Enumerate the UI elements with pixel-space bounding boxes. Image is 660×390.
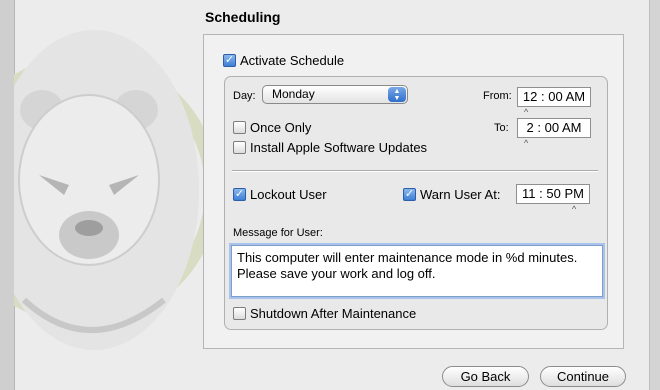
checkbox-empty-icon — [233, 141, 246, 154]
up-down-arrows-icon: ▲ ▼ — [388, 87, 406, 102]
from-label: From: — [483, 90, 512, 102]
stepper-caret-icon[interactable]: ^ — [572, 204, 576, 214]
install-updates-label: Install Apple Software Updates — [250, 140, 428, 155]
go-back-button[interactable]: Go Back — [442, 366, 529, 387]
message-label: Message for User: — [233, 227, 323, 239]
day-select-value: Monday — [272, 87, 315, 101]
once-only-label: Once Only — [250, 120, 312, 135]
activate-schedule-checkbox[interactable]: ✓ Activate Schedule — [223, 53, 344, 68]
to-time-field[interactable]: 2 : 00 AM — [517, 118, 591, 138]
shutdown-after-label: Shutdown After Maintenance — [250, 306, 417, 321]
stepper-caret-icon[interactable]: ^ — [524, 107, 528, 117]
warn-user-checkbox[interactable]: ✓ Warn User At: — [403, 187, 500, 202]
stepper-caret-icon[interactable]: ^ — [524, 138, 528, 148]
shutdown-after-checkbox[interactable]: Shutdown After Maintenance — [233, 306, 416, 321]
once-only-checkbox[interactable]: Once Only — [233, 120, 311, 135]
checkbox-empty-icon — [233, 121, 246, 134]
message-textarea[interactable]: This computer will enter maintenance mod… — [231, 245, 603, 297]
checkmark-icon: ✓ — [403, 188, 416, 201]
checkmark-icon: ✓ — [233, 188, 246, 201]
to-label: To: — [494, 122, 509, 134]
lockout-user-label: Lockout User — [250, 187, 327, 202]
warn-time-field[interactable]: 11 : 50 PM — [516, 184, 590, 204]
from-time-field[interactable]: 12 : 00 AM — [517, 87, 591, 107]
install-updates-checkbox[interactable]: Install Apple Software Updates — [233, 140, 427, 155]
day-label: Day: — [233, 90, 256, 102]
warn-user-label: Warn User At: — [420, 187, 501, 202]
page-title: Scheduling — [205, 9, 281, 25]
separator — [232, 170, 598, 172]
continue-button[interactable]: Continue — [540, 366, 626, 387]
day-select[interactable]: Monday ▲ ▼ — [262, 85, 408, 104]
window-right-edge — [649, 0, 660, 390]
lockout-user-checkbox[interactable]: ✓ Lockout User — [233, 187, 327, 202]
polar-bear-logo-icon — [14, 30, 204, 350]
window-left-edge — [0, 0, 15, 390]
activate-schedule-label: Activate Schedule — [240, 53, 345, 68]
checkmark-icon: ✓ — [223, 54, 236, 67]
checkbox-empty-icon — [233, 307, 246, 320]
